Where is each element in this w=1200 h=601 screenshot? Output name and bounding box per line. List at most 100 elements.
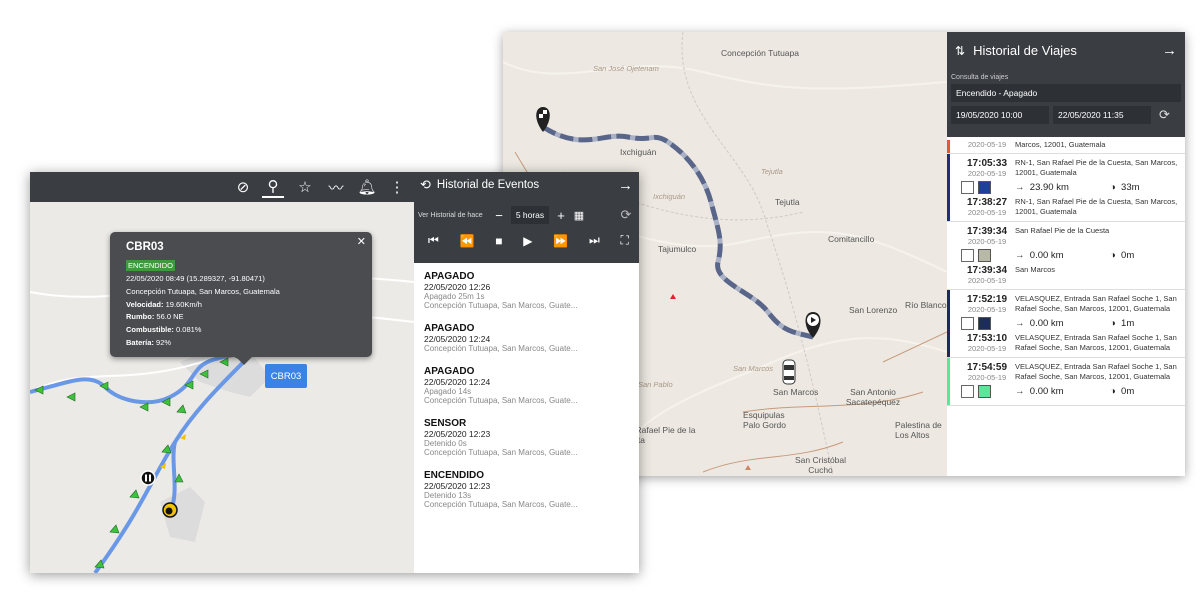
plus-icon[interactable]: +: [552, 208, 570, 223]
play-icon[interactable]: ▶: [523, 234, 532, 248]
trip-checkbox[interactable]: [961, 181, 974, 195]
minus-icon[interactable]: −: [490, 208, 508, 223]
trip-checkbox[interactable]: [961, 249, 974, 263]
map-label: San José Ojetenam: [593, 64, 659, 73]
trip-distance: → 0.00 km: [1015, 250, 1064, 262]
trip-end-address: San Marcos: [1015, 265, 1056, 275]
trip-start-date: 2020-05-19: [967, 169, 1007, 179]
event-address: Concepción Tutuapa, San Marcos, Guate...: [424, 301, 578, 310]
map-label: Comitancillo: [828, 234, 875, 244]
kebab-menu-icon[interactable]: ⋮: [386, 176, 408, 198]
trip-start-time: 17:05:33: [966, 158, 1008, 170]
event-item[interactable]: ENCENDIDO 22/05/2020 12:23 Detenido 13s Con…: [424, 470, 629, 509]
trip-color-swatch[interactable]: [978, 249, 991, 263]
map-label: Río Blanco: [905, 300, 947, 310]
trip-start-time: 17:39:34: [966, 226, 1008, 238]
trip-color-swatch[interactable]: [978, 181, 991, 195]
events-controls: Ver Historial de hace − 5 horas + ▦ ⟳ ⏮ …: [414, 198, 639, 263]
pin-off-icon[interactable]: ⚲: [262, 176, 284, 198]
trip-item[interactable]: 17:52:19 2020-05-19 VELASQUEZ, Entrada San…: [947, 290, 1185, 359]
satellite-off-icon[interactable]: ⊘: [232, 176, 254, 198]
stop-icon[interactable]: ■: [495, 234, 502, 248]
mode-select[interactable]: Encendido - Apagado: [951, 84, 1181, 102]
composite-screenshot: Concepción Tutuapa San José Ojetenam Ixc…: [0, 0, 1200, 601]
events-title: Historial de Eventos: [436, 179, 540, 191]
calendar-icon[interactable]: ▦: [570, 209, 588, 222]
trip-checkbox[interactable]: [961, 385, 974, 399]
popup-datetime: 22/05/2020 08:49 (15.289327, -91.80471): [126, 274, 265, 283]
car-icon: [782, 359, 796, 385]
popup-title: CBR03: [126, 241, 164, 253]
bell-icon[interactable]: 🔔︎: [356, 176, 378, 198]
trip-end-date: 2020-05-19: [967, 344, 1007, 354]
trip-item[interactable]: 17:05:33 2020-05-19 RN-1, San Rafael Pie d…: [947, 154, 1185, 223]
event-type: APAGADO: [424, 366, 475, 377]
trip-start-address: RN-1, San Rafael Pie de la Cuesta, San M…: [1015, 158, 1178, 177]
event-note: Apagado 14s: [424, 387, 472, 396]
date-to-field[interactable]: 22/05/2020 11:35: [1053, 106, 1151, 124]
map-label: San Marcos: [773, 387, 819, 397]
trip-end-address: VELASQUEZ, Entrada San Rafael Soche 1, S…: [1015, 333, 1177, 352]
trip-query-form: Consulta de viajes Encendido - Apagado 1…: [947, 69, 1185, 137]
date-from-field[interactable]: 19/05/2020 10:00: [951, 106, 1049, 124]
event-note: Detenido 0s: [424, 439, 467, 448]
trip-color-swatch[interactable]: [978, 317, 991, 331]
event-type: APAGADO: [424, 271, 475, 282]
events-window: ⊘ ⚲ ☆ 〰 🔔︎ ⋮ ✕ CBR03 ENCENDIDO 22/05/202…: [30, 172, 639, 573]
fast-forward-icon[interactable]: ⏩: [553, 234, 568, 248]
refresh-icon[interactable]: ⟳: [617, 207, 635, 223]
popup-battery: Batería: 92%: [126, 337, 172, 347]
status-badge: ENCENDIDO: [126, 260, 176, 271]
trip-color-bar: [947, 358, 950, 406]
trip-item[interactable]: 17:39:34 2020-05-19 San Rafael Pie de la C…: [947, 222, 1185, 291]
trip-item[interactable]: 17:54:59 2020-05-19 VELASQUEZ, Entrada San…: [947, 358, 1185, 407]
map-label: San Antonio Sacatepéquez: [845, 387, 901, 407]
trip-start-address: San Rafael Pie de la Cuesta: [1015, 226, 1110, 236]
trip-start-address: VELASQUEZ, Entrada San Rafael Soche 1, S…: [1015, 362, 1177, 381]
star-outline-icon[interactable]: ☆: [294, 176, 316, 198]
rewind-icon[interactable]: ⏪: [460, 234, 475, 248]
vehicle-label[interactable]: CBR03: [265, 364, 307, 388]
fit-screen-icon[interactable]: ⛶: [621, 233, 629, 248]
trip-item-partial[interactable]: 2020-05-19 Marcos, 12001, Guatemala: [947, 140, 1185, 155]
event-date: 22/05/2020 12:24: [424, 334, 491, 344]
trip-address: Marcos, 12001, Guatemala: [1015, 140, 1106, 149]
refresh-icon[interactable]: ⟳: [1159, 107, 1170, 123]
trip-duration: ◑ 1m: [1110, 318, 1135, 330]
chart-line-icon[interactable]: 〰: [325, 176, 347, 198]
trip-duration: ◑ 0m: [1110, 386, 1135, 398]
map-label: Tejutla: [761, 167, 783, 176]
event-item[interactable]: SENSOR 22/05/2020 12:23 Detenido 0s Concepc…: [424, 418, 629, 457]
history-icon: ⟲: [420, 177, 431, 192]
event-item[interactable]: APAGADO 22/05/2020 12:26 Apagado 25m 1s Con…: [424, 271, 629, 310]
trip-end-date: 2020-05-19: [967, 276, 1007, 286]
trip-color-bar: [947, 290, 950, 358]
trip-history-header: ⇅ Historial de Viajes →: [947, 32, 1185, 69]
skip-end-icon[interactable]: ⏭: [589, 233, 600, 248]
trip-start-time: 17:54:59: [966, 362, 1008, 374]
close-icon[interactable]: ✕: [357, 235, 366, 248]
event-note: Detenido 13s: [424, 491, 472, 500]
trip-duration: ◑ 33m: [1110, 182, 1140, 194]
skip-start-icon[interactable]: ⏮: [428, 233, 439, 248]
popup-speed: Velocidad: 19.60Km/h: [126, 299, 202, 309]
query-label: Consulta de viajes: [951, 74, 1009, 81]
event-type: ENCENDIDO: [424, 470, 485, 481]
trip-color-swatch[interactable]: [978, 385, 991, 399]
map-label: San Pablo: [638, 380, 673, 389]
trip-checkbox[interactable]: [961, 317, 974, 331]
popup-address: Concepción Tutuapa, San Marcos, Guatemal…: [126, 286, 280, 296]
trip-end-time: 17:53:10: [966, 333, 1008, 345]
popup-fuel: Combustible: 0.081%: [126, 325, 202, 335]
arrow-right-icon[interactable]: →: [618, 177, 633, 194]
event-date: 22/05/2020 12:26: [424, 282, 491, 292]
trip-distance: → 23.90 km: [1015, 182, 1069, 194]
trip-start-date: 2020-05-19: [967, 237, 1007, 247]
event-item[interactable]: APAGADO 22/05/2020 12:24 Concepción Tutuap…: [424, 323, 629, 353]
arrow-right-icon[interactable]: →: [1162, 42, 1177, 59]
range-value[interactable]: 5 horas: [511, 206, 549, 224]
event-address: Concepción Tutuapa, San Marcos, Guate...: [424, 500, 578, 509]
event-item[interactable]: APAGADO 22/05/2020 12:24 Apagado 14s Concep…: [424, 366, 629, 405]
trip-end-address: RN-1, San Rafael Pie de la Cuesta, San M…: [1015, 197, 1178, 216]
map-label: San Marcos: [733, 364, 774, 373]
